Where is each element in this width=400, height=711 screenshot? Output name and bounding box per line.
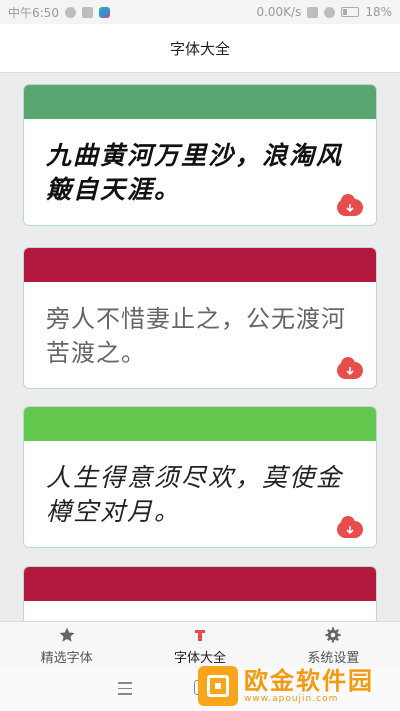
t-font-icon [193,626,207,644]
card-header [24,567,376,601]
page-title: 字体大全 [169,39,230,58]
message-icon [81,6,93,18]
card-header [24,407,376,441]
watermark-url: www.apoujin.com [244,694,339,704]
status-battery: 18% [365,5,392,19]
notification-icon [64,6,76,18]
gear-icon [324,626,342,644]
font-card-1[interactable]: 九曲黄河万里沙，浪淘风簸自天涯。 [23,84,377,226]
font-card-4[interactable] [23,566,377,621]
card-header [24,248,376,282]
font-preview-text: 人生得意须尽欢，莫使金樽空对月。 [46,463,344,526]
star-icon [58,626,76,644]
font-card-2[interactable]: 旁人不惜妻止之，公无渡河苦渡之。 [23,247,377,389]
font-list[interactable]: 九曲黄河万里沙，浪淘风簸自天涯。 旁人不惜妻止之，公无渡河苦渡之。 人生得意须尽… [0,73,400,621]
watermark-logo: 欧金软件园 www.apoujin.com [198,662,398,710]
status-bar: 中午6:50 0.00K/s 18% [0,0,400,24]
font-card-3[interactable]: 人生得意须尽欢，莫使金樽空对月。 [23,406,377,548]
download-cloud-icon[interactable] [337,357,363,379]
download-cloud-icon[interactable] [337,516,363,538]
card-header [24,85,376,119]
watermark-title: 欧金软件园 [244,667,374,695]
status-right: 0.00K/s 18% [256,5,392,19]
menu-icon[interactable] [118,682,132,699]
tab-label: 精选字体 [40,650,93,666]
tab-featured-fonts[interactable]: 精选字体 [0,622,133,669]
battery-icon [341,7,360,17]
status-speed: 0.00K/s [256,5,302,19]
wifi-icon [324,6,336,18]
download-cloud-icon[interactable] [337,194,363,216]
title-bar: 字体大全 [0,24,400,73]
status-time: 中午6:50 [8,5,59,20]
watermark-logo-icon [198,666,238,706]
bluetooth-icon [307,6,319,18]
font-preview-text: 旁人不惜妻止之，公无渡河苦渡之。 [46,305,346,367]
font-preview-text: 九曲黄河万里沙，浪淘风簸自天涯。 [46,141,344,204]
app-notification-icon [98,6,110,18]
status-left: 中午6:50 [8,4,110,21]
